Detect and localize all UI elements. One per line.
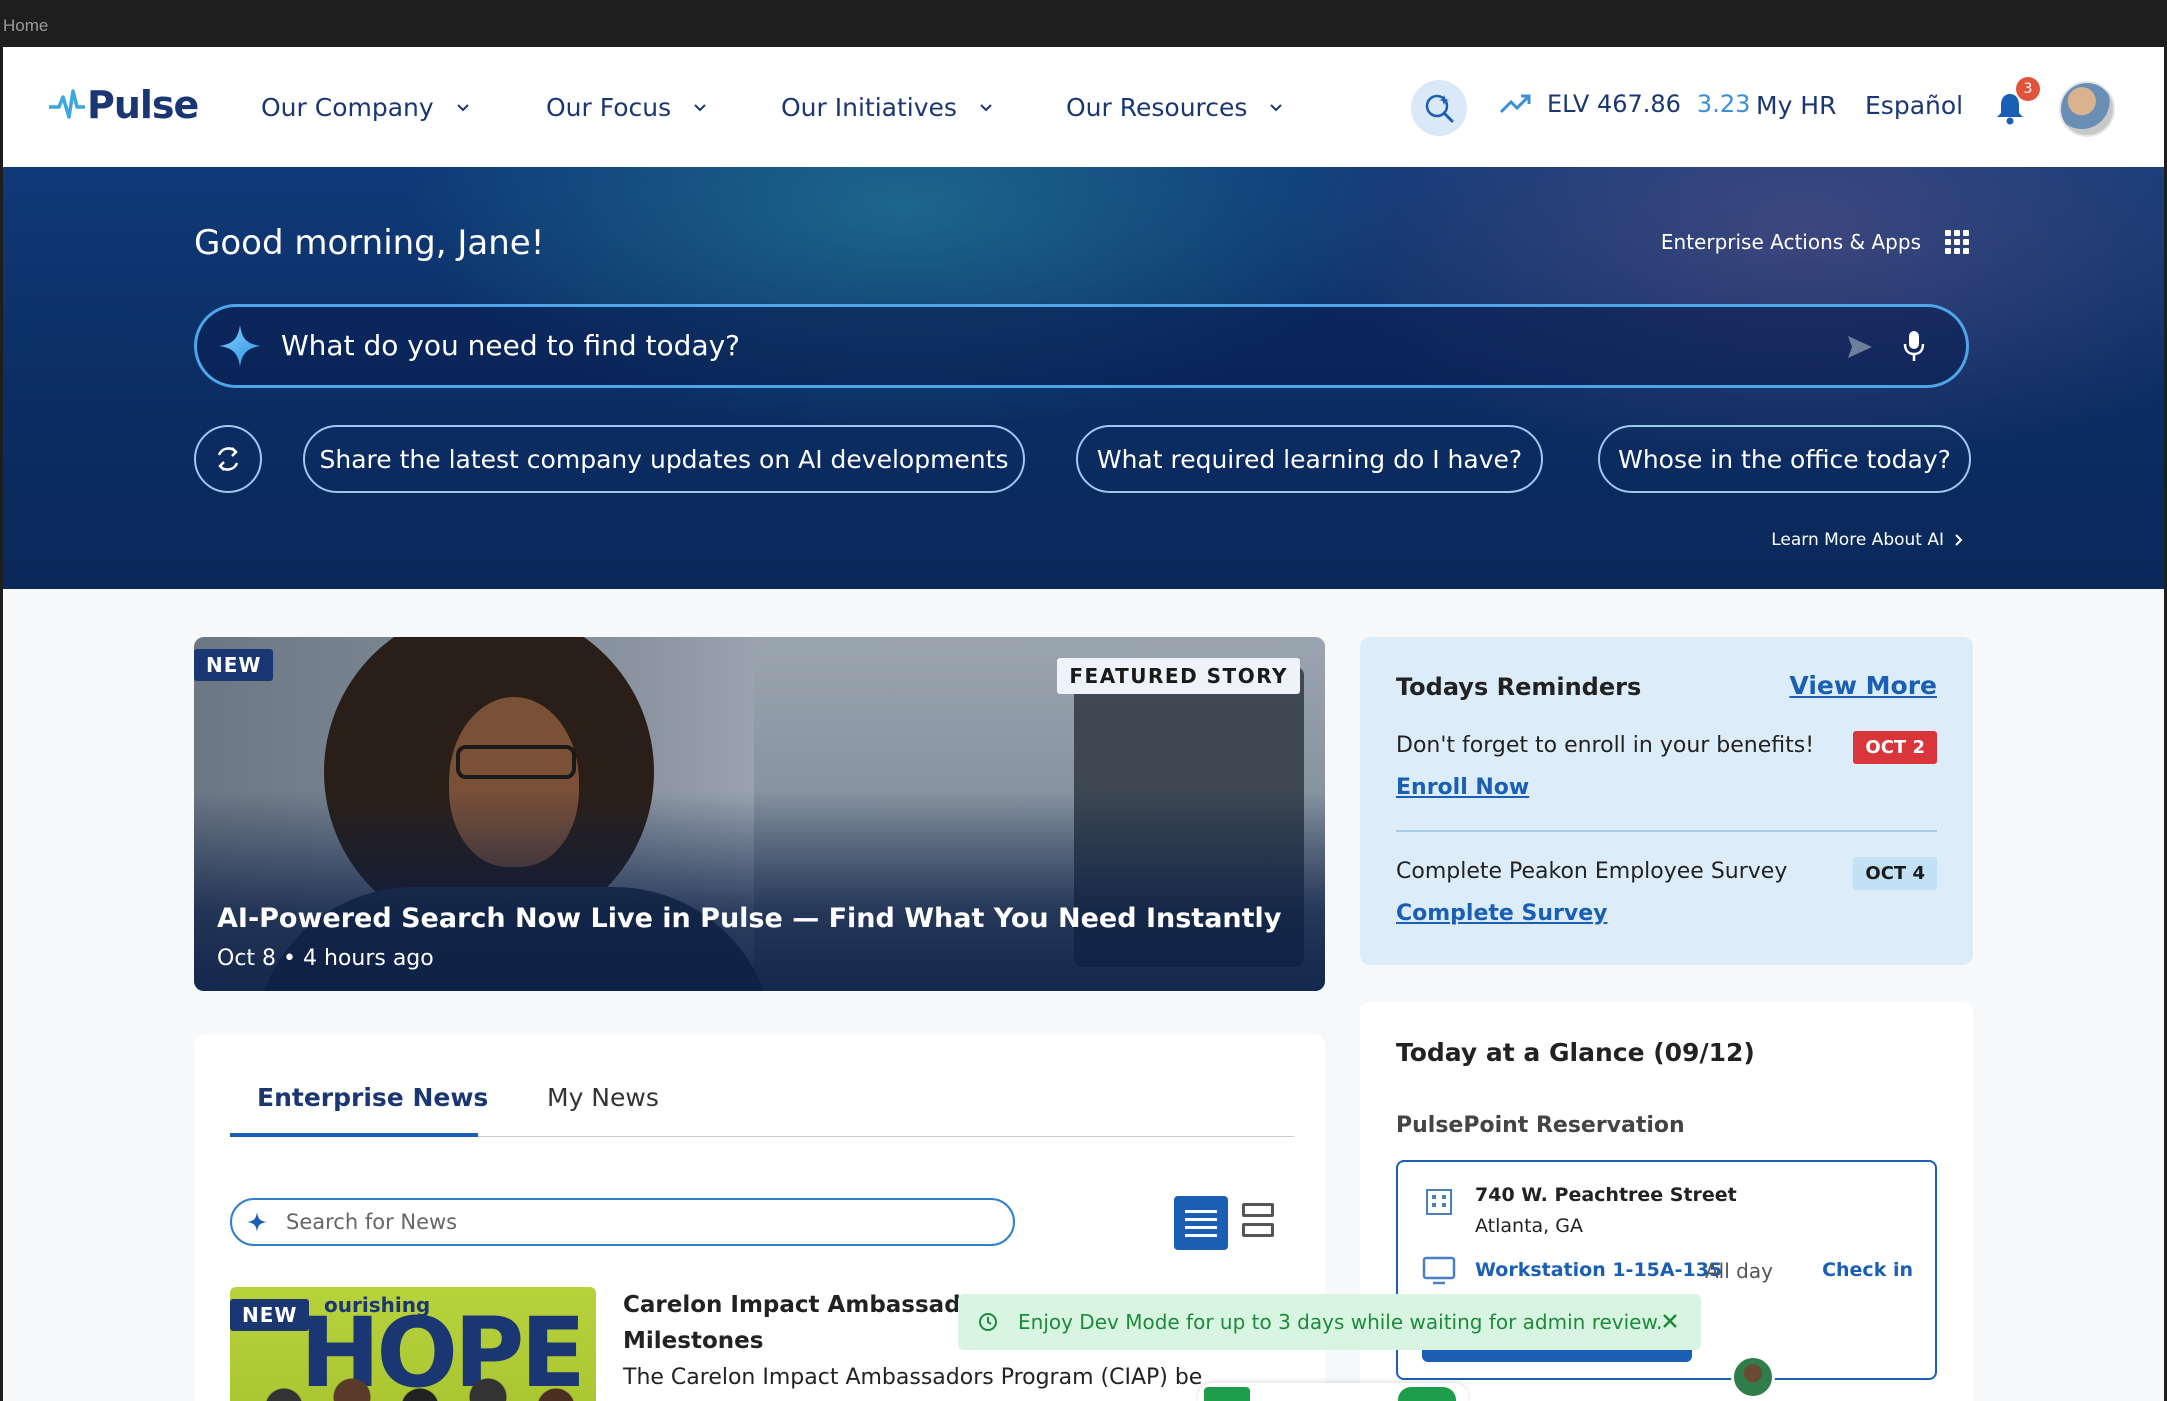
new-badge: NEW: [230, 1299, 310, 1331]
news-item-description: The Carelon Impact Ambassadors Program (…: [623, 1365, 1203, 1390]
chevron-down-icon: [456, 104, 469, 112]
news-thumbnail[interactable]: ourishing HOPE NEW: [230, 1287, 596, 1401]
stock-ticker[interactable]: ELV 467.86 3.23: [1499, 90, 1750, 118]
hero-banner: Good morning, Jane! Enterprise Actions &…: [3, 167, 2164, 589]
check-in-button[interactable]: Check in: [1822, 1259, 1913, 1281]
notification-badge: 3: [2016, 77, 2040, 101]
glance-subtitle: PulsePoint Reservation: [1396, 1113, 1685, 1138]
ai-search-placeholder: What do you need to find today?: [281, 329, 741, 362]
sparkle-search-icon: [1425, 94, 1454, 123]
top-navigation: Pulse Our Company Our Focus Our Initiati…: [3, 47, 2164, 167]
reminder-date-badge: OCT 4: [1853, 857, 1937, 890]
sparkle-icon: [219, 325, 261, 367]
toolbar-action-button[interactable]: [1204, 1387, 1250, 1401]
reservation-street: 740 W. Peachtree Street: [1475, 1184, 1737, 1206]
toolbar-toggle[interactable]: [1398, 1387, 1456, 1401]
logo-text: Pulse: [87, 83, 199, 127]
active-tab-indicator: [230, 1133, 478, 1137]
user-avatar[interactable]: [2059, 81, 2115, 137]
nav-our-initiatives[interactable]: Our Initiatives: [781, 47, 993, 167]
workstation-link[interactable]: Workstation 1-15A-135: [1475, 1259, 1722, 1281]
learn-more-label: Learn More About AI: [1771, 530, 1944, 550]
close-icon[interactable]: [1661, 1312, 1679, 1330]
reminder-date-badge: OCT 2: [1853, 731, 1937, 764]
monitor-icon: [1422, 1256, 1456, 1285]
tab-my-news[interactable]: My News: [547, 1083, 659, 1112]
stock-price: ELV 467.86: [1547, 90, 1681, 118]
nav-label: Our Focus: [546, 92, 672, 122]
window-title: Home: [3, 16, 49, 35]
my-hr-link[interactable]: My HR: [1756, 91, 1836, 120]
refresh-icon: [217, 447, 239, 471]
reservation-city: Atlanta, GA: [1475, 1215, 1583, 1237]
nav-label: Our Initiatives: [781, 92, 957, 122]
tab-enterprise-news[interactable]: Enterprise News: [257, 1083, 488, 1112]
new-badge: NEW: [194, 649, 274, 681]
enterprise-actions-button[interactable]: Enterprise Actions & Apps: [1661, 230, 1969, 254]
trending-up-icon: [1499, 94, 1531, 114]
pulse-logo[interactable]: Pulse: [49, 83, 199, 127]
featured-story-meta: Oct 8 • 4 hours ago: [217, 946, 434, 971]
complete-survey-link[interactable]: Complete Survey: [1396, 901, 1607, 926]
featured-story-card[interactable]: NEW FEATURED STORY AI-Powered Search Now…: [194, 637, 1325, 991]
dev-mode-toast: Enjoy Dev Mode for up to 3 days while wa…: [958, 1294, 1701, 1350]
window-title-bar: Home: [0, 0, 2167, 47]
nav-our-company[interactable]: Our Company: [261, 47, 470, 167]
dev-mode-toolbar[interactable]: [1198, 1383, 1468, 1401]
chevron-down-icon: [980, 104, 992, 112]
ai-search-bar[interactable]: What do you need to find today?: [194, 304, 1969, 388]
language-link[interactable]: Español: [1865, 91, 1963, 120]
reminder-text: Don't forget to enroll in your benefits!: [1396, 733, 1815, 758]
reminder-text: Complete Peakon Employee Survey: [1396, 859, 1788, 884]
featured-story-badge: FEATURED STORY: [1057, 658, 1300, 694]
apps-grid-icon: [1945, 230, 1969, 254]
learn-more-ai-link[interactable]: Learn More About AI: [1771, 530, 1966, 550]
enroll-now-link[interactable]: Enroll Now: [1396, 775, 1529, 800]
featured-story-title: AI-Powered Search Now Live in Pulse — Fi…: [217, 903, 1282, 934]
nav-our-resources[interactable]: Our Resources: [1066, 47, 1283, 167]
microphone-icon[interactable]: [1902, 329, 1926, 363]
view-more-link[interactable]: View More: [1789, 671, 1937, 700]
suggestion-chip[interactable]: What required learning do I have?: [1076, 425, 1543, 493]
pulse-wave-icon: [49, 89, 85, 119]
enterprise-actions-label: Enterprise Actions & Apps: [1660, 230, 1921, 254]
reservation-time: All day: [1705, 1259, 1773, 1283]
send-icon[interactable]: [1846, 333, 1874, 361]
collaborator-avatar[interactable]: [1731, 1355, 1775, 1399]
sparkle-icon: [247, 1212, 267, 1232]
clock-icon: [979, 1313, 997, 1331]
refresh-suggestions-button[interactable]: [194, 425, 262, 493]
greeting: Good morning, Jane!: [194, 223, 545, 263]
reservation-action-bar[interactable]: [1422, 1350, 1692, 1362]
nav-label: Our Company: [261, 92, 434, 122]
nav-label: Our Resources: [1066, 92, 1248, 122]
divider: [1396, 830, 1937, 832]
reminders-title: Todays Reminders: [1396, 673, 1642, 701]
suggestion-chip[interactable]: Whose in the office today?: [1598, 425, 1971, 493]
card-view-toggle[interactable]: [1242, 1203, 1274, 1237]
suggestion-chip[interactable]: Share the latest company updates on AI d…: [303, 425, 1025, 493]
building-icon: [1426, 1189, 1452, 1215]
news-search-placeholder: Search for News: [286, 1210, 458, 1234]
toast-message: Enjoy Dev Mode for up to 3 days while wa…: [1018, 1310, 1663, 1334]
ai-search-button[interactable]: [1411, 80, 1467, 136]
todays-reminders-card: Todays Reminders View More Don't forget …: [1360, 637, 1973, 965]
list-view-toggle[interactable]: [1174, 1196, 1228, 1250]
page: Pulse Our Company Our Focus Our Initiati…: [3, 47, 2164, 1401]
chevron-right-icon: [1955, 534, 1963, 546]
stock-change: 3.23: [1696, 90, 1751, 118]
chevron-down-icon: [694, 104, 706, 112]
chevron-down-icon: [1270, 104, 1283, 112]
glance-title: Today at a Glance (09/12): [1396, 1038, 1755, 1067]
news-search-input[interactable]: Search for News: [230, 1198, 1015, 1246]
nav-our-focus[interactable]: Our Focus: [546, 47, 707, 167]
